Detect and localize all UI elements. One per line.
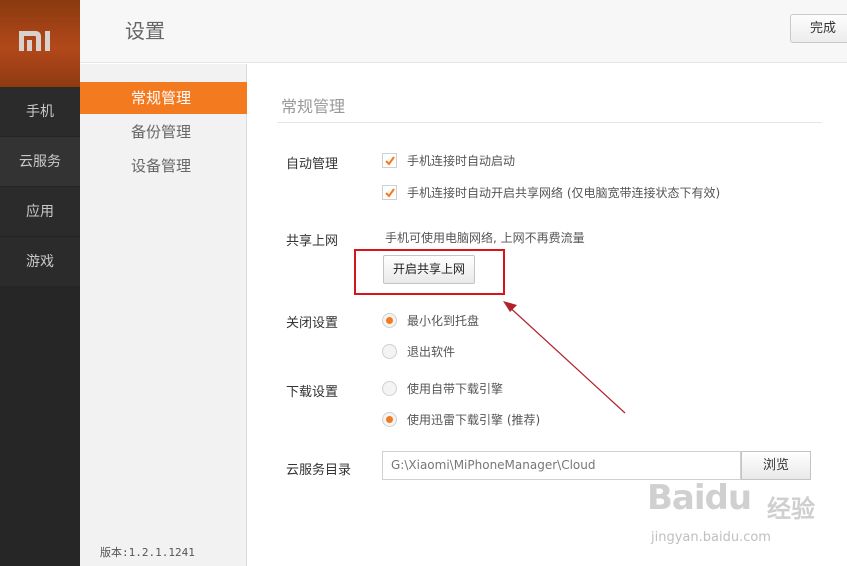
annotation-arrow-icon (503, 301, 626, 414)
browse-button[interactable]: 浏览 (741, 451, 811, 480)
close-settings-label: 关闭设置 (286, 316, 339, 331)
nav-item-apps[interactable]: 应用 (0, 187, 80, 237)
share-description: 手机可使用电脑网络, 上网不再费流量 (385, 231, 585, 245)
auto-share-label: 手机连接时自动开启共享网络 (仅电脑宽带连接状态下有效) (407, 186, 721, 200)
header: 设置 完成 (80, 0, 847, 63)
settings-subnav: 常规管理 备份管理 设备管理 版本:1.2.1.1241 (80, 64, 247, 566)
checkbox-checked-icon[interactable] (382, 153, 397, 168)
divider (277, 122, 822, 123)
nav-item-games[interactable]: 游戏 (0, 237, 80, 287)
baidu-logo: Baidu (647, 478, 752, 518)
annotation-highlight-box (354, 249, 505, 295)
radio-unselected-icon[interactable] (382, 381, 397, 396)
exit-app-option[interactable]: 退出软件 (382, 343, 455, 360)
minimize-tray-label: 最小化到托盘 (407, 314, 480, 328)
radio-selected-icon[interactable] (382, 412, 397, 427)
subnav-item-device[interactable]: 设备管理 (80, 150, 247, 182)
cloud-dir-label: 云服务目录 (286, 463, 352, 478)
watermark-jingyan-text: 经验 (767, 495, 815, 523)
share-label: 共享上网 (286, 234, 339, 249)
auto-manage-label: 自动管理 (286, 157, 339, 172)
minimize-tray-option[interactable]: 最小化到托盘 (382, 312, 479, 329)
xunlei-engine-label: 使用迅雷下载引擎 (推荐) (407, 413, 541, 427)
nav-item-cloud[interactable]: 云服务 (0, 137, 80, 187)
nav-item-phone[interactable]: 手机 (0, 87, 80, 137)
left-nav: 手机 云服务 应用 游戏 (0, 0, 80, 566)
cloud-path-input[interactable]: G:\Xiaomi\MiPhoneManager\Cloud (382, 451, 741, 480)
nav-empty-area (0, 286, 80, 566)
section-title: 常规管理 (281, 97, 346, 116)
page-title: 设置 (125, 19, 165, 43)
subnav-item-backup[interactable]: 备份管理 (80, 116, 247, 148)
builtin-engine-label: 使用自带下载引擎 (407, 382, 504, 396)
radio-unselected-icon[interactable] (382, 344, 397, 359)
auto-start-label: 手机连接时自动启动 (407, 154, 516, 168)
radio-selected-icon[interactable] (382, 313, 397, 328)
baidu-watermark: Baidu 经验 jingyan.baidu.com (647, 478, 847, 566)
watermark-url: jingyan.baidu.com (651, 530, 771, 545)
xunlei-engine-option[interactable]: 使用迅雷下载引擎 (推荐) (382, 411, 540, 428)
subnav-item-general[interactable]: 常规管理 (80, 82, 247, 114)
exit-app-label: 退出软件 (407, 345, 456, 359)
mi-logo-icon (19, 31, 50, 51)
builtin-engine-option[interactable]: 使用自带下载引擎 (382, 380, 503, 397)
checkbox-checked-icon[interactable] (382, 185, 397, 200)
mi-logo (0, 0, 80, 87)
done-button[interactable]: 完成 (790, 14, 847, 43)
version-label: 版本:1.2.1.1241 (100, 546, 195, 559)
auto-share-option[interactable]: 手机连接时自动开启共享网络 (仅电脑宽带连接状态下有效) (382, 184, 720, 201)
auto-start-option[interactable]: 手机连接时自动启动 (382, 152, 515, 169)
download-settings-label: 下载设置 (286, 385, 339, 400)
